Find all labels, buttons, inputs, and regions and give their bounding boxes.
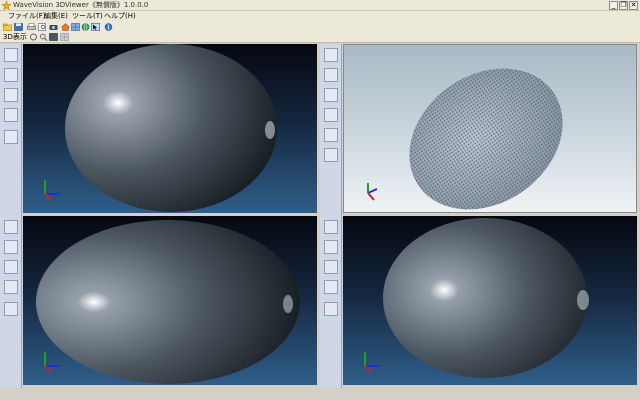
zoom-icon[interactable] bbox=[39, 33, 48, 41]
viewport-sidebar bbox=[0, 44, 22, 216]
globe-icon[interactable] bbox=[81, 23, 90, 31]
settings-panel-icon[interactable] bbox=[324, 302, 338, 316]
shaded-ellipsoid bbox=[44, 44, 277, 212]
open-folder-icon[interactable] bbox=[3, 23, 12, 31]
main-toolbar bbox=[0, 22, 640, 32]
print-icon[interactable] bbox=[27, 23, 36, 31]
menu-help[interactable]: ヘルプ(H) bbox=[104, 11, 136, 22]
camera-icon[interactable] bbox=[49, 23, 58, 31]
info-icon[interactable] bbox=[104, 23, 113, 31]
view-mode-label: 3D表示 bbox=[3, 33, 27, 41]
settings-panel-icon[interactable] bbox=[4, 302, 18, 316]
reset-view-icon[interactable] bbox=[4, 280, 18, 294]
viewport-top-left[interactable] bbox=[0, 44, 320, 216]
fit-view-icon[interactable] bbox=[4, 88, 18, 102]
reset-view-icon[interactable] bbox=[324, 280, 338, 294]
select-arrow-icon[interactable] bbox=[4, 48, 18, 62]
menu-file[interactable]: ファイル(F) bbox=[8, 11, 46, 22]
pan-icon[interactable] bbox=[4, 68, 18, 82]
viewport-bottom-right[interactable] bbox=[320, 216, 640, 388]
reset-view-icon[interactable] bbox=[324, 128, 338, 142]
render-canvas[interactable] bbox=[343, 44, 637, 213]
render-canvas[interactable] bbox=[343, 216, 637, 385]
pan-icon[interactable] bbox=[4, 240, 18, 254]
fit-view-icon[interactable] bbox=[324, 108, 338, 122]
app-window: WaveVision 3DViewer《無償版》1.0.0.0 _ ❐ ✕ ファ… bbox=[0, 0, 640, 400]
home-icon[interactable] bbox=[61, 23, 70, 31]
grid-icon[interactable] bbox=[71, 23, 80, 31]
reset-view-icon[interactable] bbox=[4, 108, 18, 122]
pan-icon[interactable] bbox=[324, 240, 338, 254]
fit-view-icon[interactable] bbox=[4, 260, 18, 274]
settings-panel-icon[interactable] bbox=[324, 148, 338, 162]
select-tool-icon[interactable] bbox=[91, 23, 100, 31]
point-cloud-ellipsoid bbox=[367, 68, 563, 210]
app-star-icon bbox=[2, 1, 11, 10]
shaded-ellipsoid bbox=[364, 218, 589, 378]
axis-triad-icon bbox=[44, 352, 59, 373]
menu-bar: ファイル(F) 編集(E) ツール(T) ヘルプ(H) bbox=[0, 11, 640, 22]
layout-quad-icon[interactable] bbox=[60, 33, 69, 41]
viewport-sidebar bbox=[320, 216, 342, 388]
preview-icon[interactable] bbox=[38, 23, 47, 31]
render-mode-icon[interactable] bbox=[324, 48, 338, 62]
window-title: WaveVision 3DViewer《無償版》1.0.0.0 bbox=[13, 1, 149, 9]
menu-edit[interactable]: 編集(E) bbox=[44, 11, 68, 22]
minimize-button[interactable]: _ bbox=[609, 1, 618, 10]
settings-panel-icon[interactable] bbox=[4, 130, 18, 144]
axis-triad-icon bbox=[367, 183, 378, 201]
viewport-bottom-left[interactable] bbox=[0, 216, 320, 388]
menu-tools[interactable]: ツール(T) bbox=[72, 11, 103, 22]
fit-view-icon[interactable] bbox=[324, 260, 338, 274]
view-toolbar: 3D表示 bbox=[0, 32, 640, 43]
rotate-icon[interactable] bbox=[29, 33, 38, 41]
axis-triad-icon bbox=[44, 180, 59, 201]
restore-button[interactable]: ❐ bbox=[619, 1, 628, 10]
select-arrow-icon[interactable] bbox=[324, 220, 338, 234]
select-arrow-icon[interactable] bbox=[324, 68, 338, 82]
viewport-sidebar bbox=[320, 44, 342, 216]
select-arrow-icon[interactable] bbox=[4, 220, 18, 234]
viewport-top-right[interactable] bbox=[320, 44, 640, 216]
render-canvas[interactable] bbox=[23, 216, 317, 385]
render-canvas[interactable] bbox=[23, 44, 317, 213]
title-bar[interactable]: WaveVision 3DViewer《無償版》1.0.0.0 _ ❐ ✕ bbox=[0, 0, 640, 11]
shaded-ellipsoid bbox=[36, 220, 300, 384]
axis-triad-icon bbox=[364, 352, 379, 373]
pan-icon[interactable] bbox=[324, 88, 338, 102]
close-button[interactable]: ✕ bbox=[629, 1, 638, 10]
viewport-sidebar bbox=[0, 216, 22, 388]
layout-single-icon[interactable] bbox=[49, 33, 58, 41]
save-icon[interactable] bbox=[14, 23, 23, 31]
